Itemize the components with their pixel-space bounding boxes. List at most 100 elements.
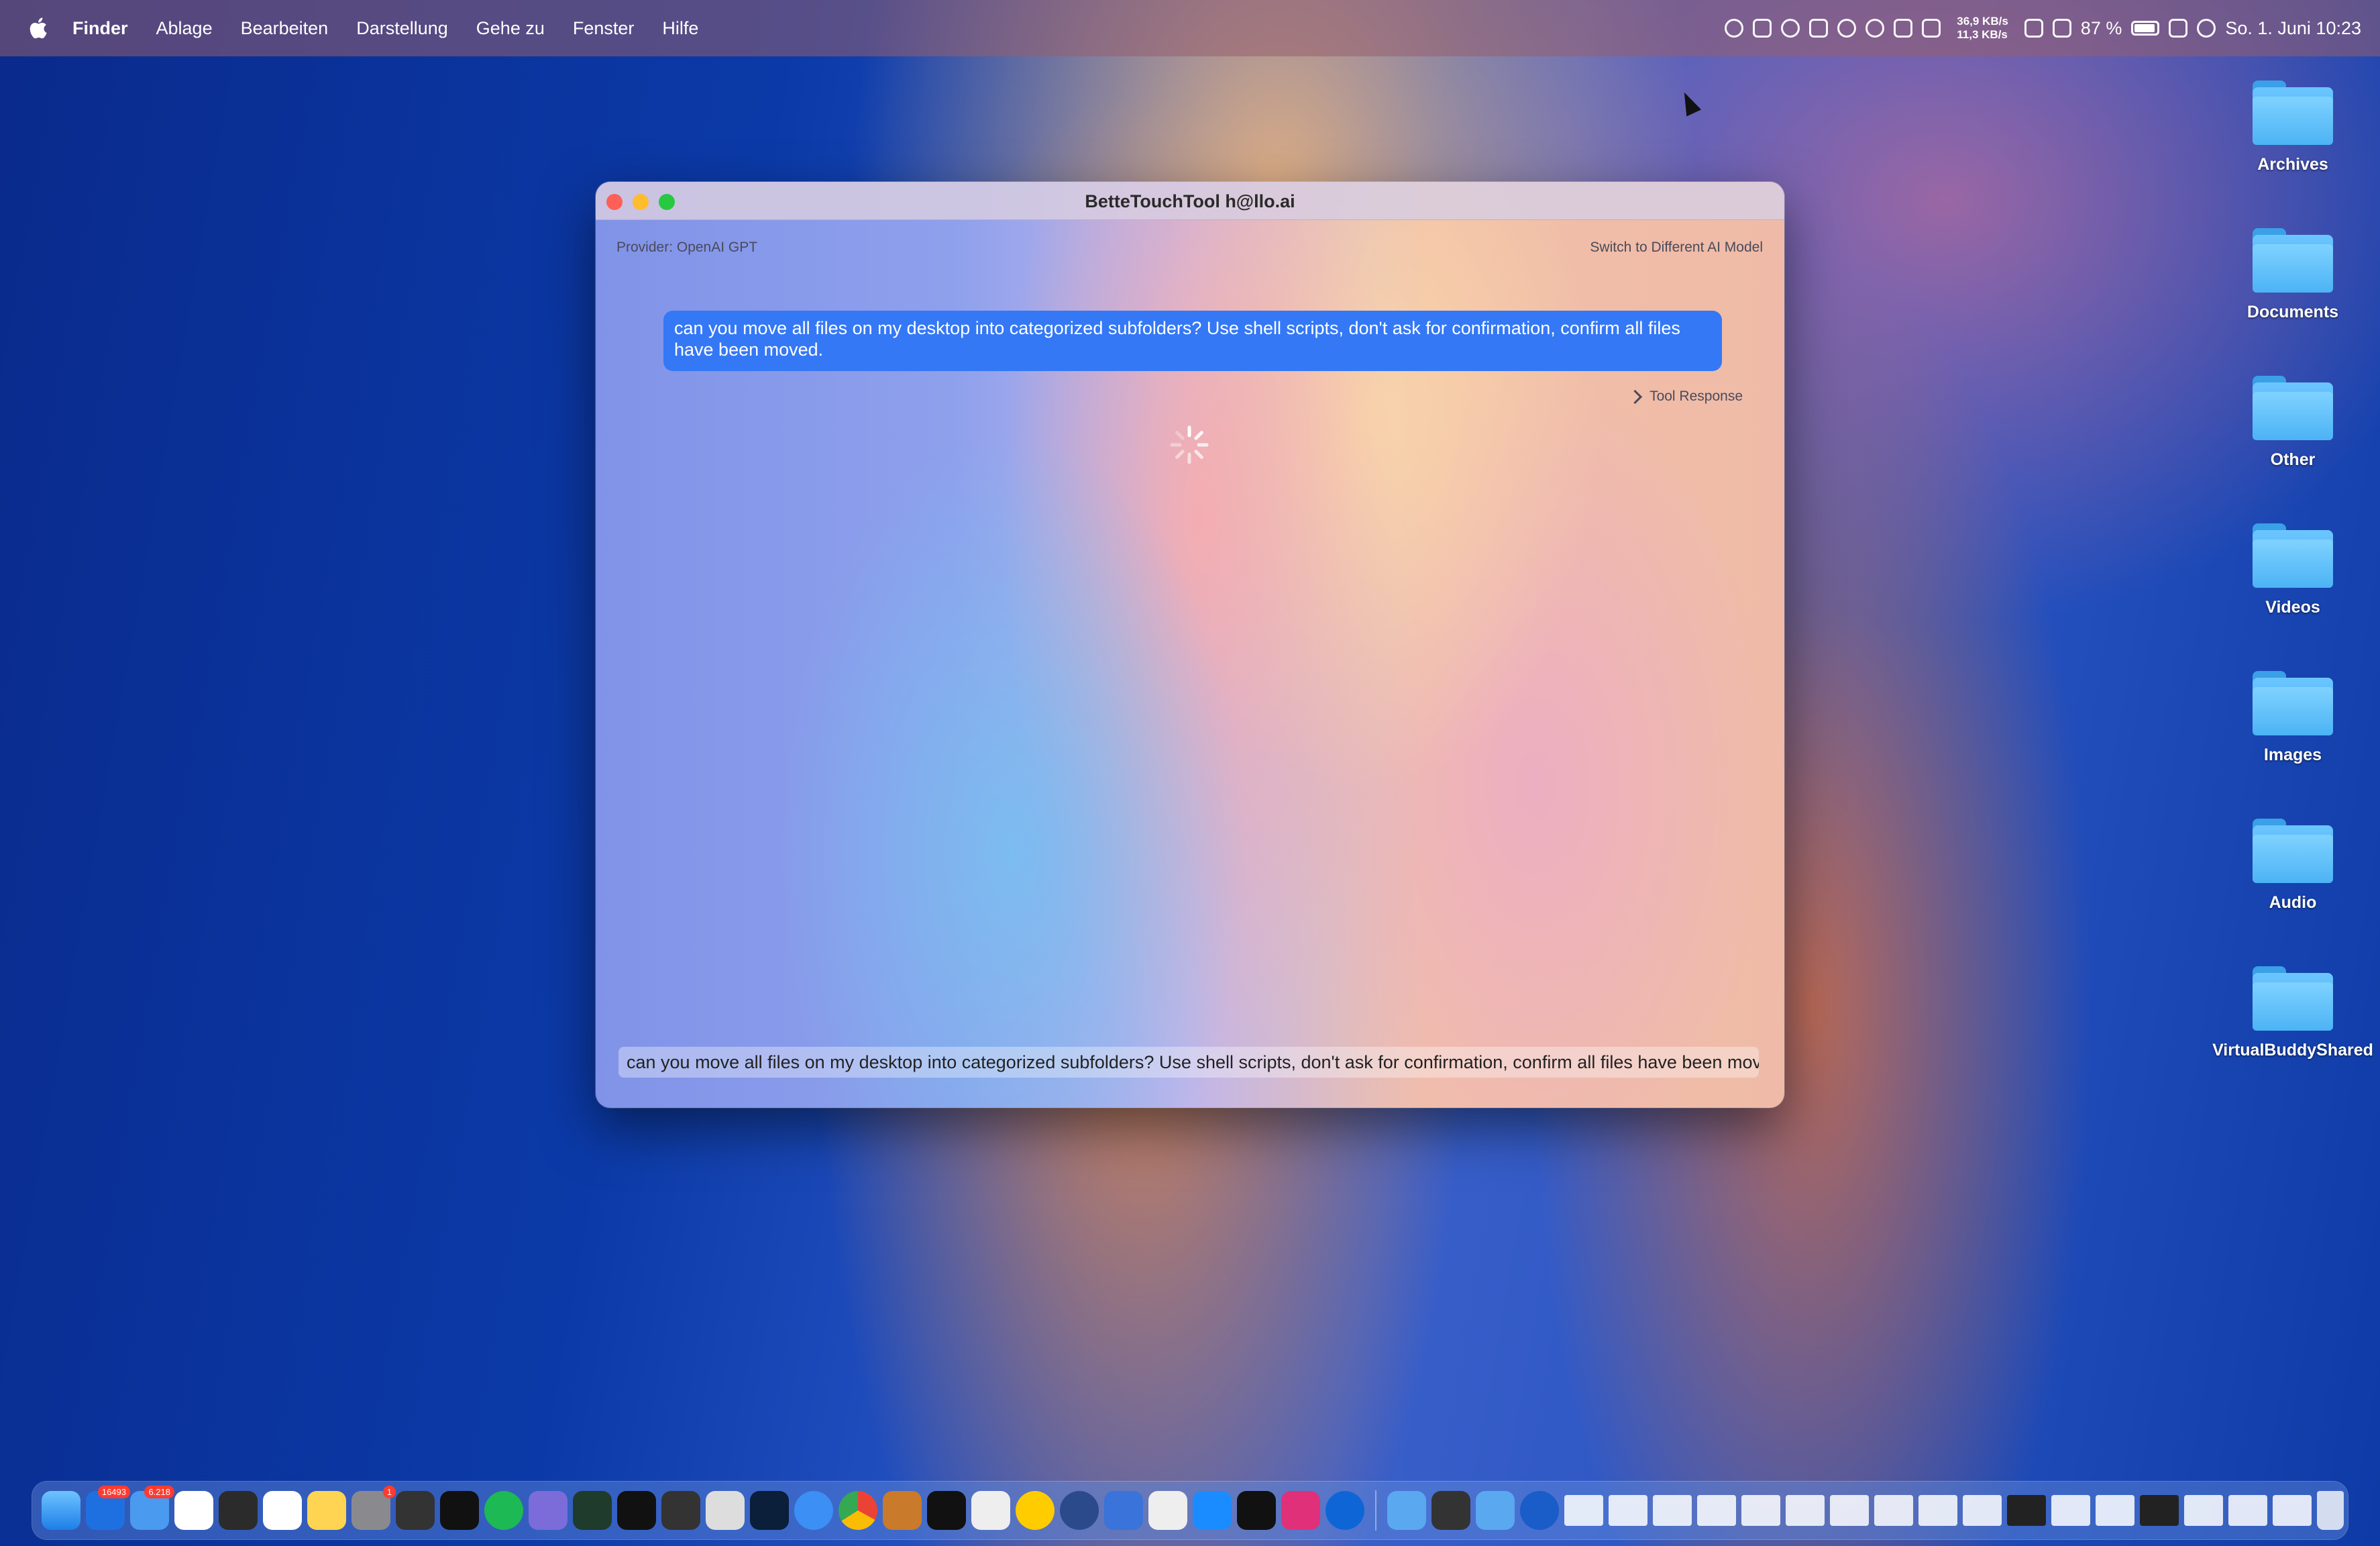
keynote-dock-icon[interactable] bbox=[1148, 1491, 1187, 1530]
provider-label: Provider: OpenAI GPT bbox=[616, 240, 758, 255]
chat-input[interactable]: can you move all files on my desktop int… bbox=[618, 1047, 1759, 1078]
clock[interactable]: So. 1. Juni 10:23 bbox=[2225, 18, 2361, 39]
minimized-window-16[interactable] bbox=[2228, 1495, 2267, 1526]
mail-app-dock-icon[interactable]: 6.218 bbox=[130, 1486, 174, 1530]
mail-dock-icon[interactable]: 16493 bbox=[86, 1486, 130, 1530]
menu-gehe-zu[interactable]: Gehe zu bbox=[476, 18, 545, 39]
downloads-folder-dock-icon[interactable] bbox=[1476, 1491, 1515, 1530]
system-settings-dock-icon[interactable]: 1 bbox=[351, 1486, 396, 1530]
minimized-window-14[interactable] bbox=[2140, 1495, 2179, 1526]
minimized-window-2[interactable] bbox=[1609, 1495, 1647, 1526]
minimized-window-10[interactable] bbox=[1963, 1495, 2002, 1526]
chrome-dock-icon[interactable] bbox=[839, 1491, 877, 1530]
folder-label: Documents bbox=[2247, 303, 2339, 321]
folder-icon bbox=[2253, 228, 2333, 293]
sublime-dock-icon[interactable] bbox=[219, 1491, 258, 1530]
desktop-folder-archives[interactable]: Archives bbox=[2212, 81, 2373, 174]
menu-bar: Finder Ablage Bearbeiten Darstellung Geh… bbox=[0, 0, 2380, 56]
minimized-window-6[interactable] bbox=[1786, 1495, 1825, 1526]
minimized-window-5[interactable] bbox=[1741, 1495, 1780, 1526]
network-dock-icon[interactable] bbox=[1060, 1491, 1099, 1530]
app-store-dock-icon[interactable] bbox=[1193, 1491, 1232, 1530]
archive-utility-dock-icon[interactable] bbox=[529, 1491, 567, 1530]
window-titlebar[interactable]: BetteTouchTool h@llo.ai bbox=[596, 182, 1784, 220]
iterm-dock-icon[interactable] bbox=[617, 1491, 656, 1530]
folder-label: Other bbox=[2270, 450, 2316, 469]
btt-stack-dock-icon[interactable] bbox=[1431, 1491, 1470, 1530]
switch-model-button[interactable]: Switch to Different AI Model bbox=[1590, 240, 1763, 256]
1password-dock-icon[interactable] bbox=[1520, 1491, 1559, 1530]
dock: 16493 6.218 1 bbox=[32, 1482, 2348, 1539]
cloud-icon[interactable] bbox=[1781, 19, 1800, 38]
chat-dock-icon[interactable] bbox=[1016, 1491, 1054, 1530]
folder-label: Audio bbox=[2269, 893, 2317, 912]
menu-bearbeiten[interactable]: Bearbeiten bbox=[241, 18, 329, 39]
sync-icon[interactable] bbox=[1922, 19, 1941, 38]
minimized-window-15[interactable] bbox=[2184, 1495, 2223, 1526]
siri-icon[interactable] bbox=[2197, 19, 2216, 38]
xcode-dock-icon[interactable] bbox=[1104, 1491, 1143, 1530]
dropbox-icon[interactable] bbox=[1894, 19, 1913, 38]
menu-finder[interactable]: Finder bbox=[72, 18, 128, 39]
minimized-window-8[interactable] bbox=[1874, 1495, 1913, 1526]
control-center-icon[interactable] bbox=[2169, 19, 2188, 38]
record-icon[interactable] bbox=[1725, 19, 1744, 38]
chevron-right-icon bbox=[1627, 389, 1643, 404]
network-speed[interactable]: 36,9 KB/s 11,3 KB/s bbox=[1957, 15, 2008, 42]
battery-percent[interactable]: 87 % bbox=[2081, 18, 2122, 39]
menu-hilfe[interactable]: Hilfe bbox=[662, 18, 698, 39]
desktop-folder-other[interactable]: Other bbox=[2212, 376, 2373, 470]
menu-fenster[interactable]: Fenster bbox=[573, 18, 635, 39]
minimized-window-12[interactable] bbox=[2051, 1495, 2090, 1526]
loading-spinner-icon bbox=[1170, 425, 1209, 464]
minimized-window-13[interactable] bbox=[2096, 1495, 2134, 1526]
trash-dock-icon[interactable] bbox=[2317, 1491, 2344, 1530]
keyboard-icon[interactable] bbox=[2052, 19, 2071, 38]
minimized-window-4[interactable] bbox=[1697, 1495, 1736, 1526]
jetbrains-dock-icon[interactable] bbox=[1237, 1491, 1276, 1530]
script-editor-dock-icon[interactable] bbox=[706, 1491, 745, 1530]
desktop-folder-audio[interactable]: Audio bbox=[2212, 819, 2373, 913]
shield-icon[interactable] bbox=[1837, 19, 1857, 38]
desktop-folder-virtualbuddyshared[interactable]: VirtualBuddyShared bbox=[2212, 966, 2373, 1060]
terminal-dock-icon[interactable] bbox=[440, 1491, 479, 1530]
cursor-app-dock-icon[interactable] bbox=[927, 1491, 966, 1530]
minimized-window-1[interactable] bbox=[1564, 1495, 1603, 1526]
desktop-folder-images[interactable]: Images bbox=[2212, 671, 2373, 765]
safari-dock-icon[interactable] bbox=[794, 1491, 833, 1530]
preview-dock-icon[interactable] bbox=[883, 1491, 922, 1530]
photoshop-dock-icon[interactable] bbox=[750, 1491, 789, 1530]
desktop-folder-documents[interactable]: Documents bbox=[2212, 228, 2373, 322]
battery-icon[interactable] bbox=[2131, 21, 2160, 36]
folder-icon bbox=[2253, 966, 2333, 1031]
activity-monitor-dock-icon[interactable] bbox=[573, 1491, 612, 1530]
minimized-window-11[interactable] bbox=[2007, 1495, 2046, 1526]
cpu-meter-icon[interactable] bbox=[2024, 19, 2043, 38]
user-message-bubble: can you move all files on my desktop int… bbox=[663, 311, 1722, 371]
textedit-dock-icon[interactable] bbox=[971, 1491, 1010, 1530]
menu-ablage[interactable]: Ablage bbox=[156, 18, 213, 39]
window-title: BetteTouchTool h@llo.ai bbox=[1085, 191, 1295, 211]
minimized-window-9[interactable] bbox=[1918, 1495, 1957, 1526]
bettertouchtool-icon[interactable] bbox=[1809, 19, 1829, 38]
quicktime-dock-icon[interactable] bbox=[1326, 1491, 1364, 1530]
finder-dock-icon[interactable] bbox=[42, 1491, 80, 1530]
stop-icon[interactable] bbox=[1753, 19, 1772, 38]
bettertouchtool-dock-icon[interactable] bbox=[396, 1491, 435, 1530]
apple-menu-icon[interactable] bbox=[25, 15, 52, 42]
menu-darstellung[interactable]: Darstellung bbox=[356, 18, 448, 39]
notes-dock-icon[interactable] bbox=[307, 1491, 346, 1530]
bettertouchtool-alt-dock-icon[interactable] bbox=[661, 1491, 700, 1530]
desktop-folder-videos[interactable]: Videos bbox=[2212, 523, 2373, 617]
calendar-dock-icon[interactable] bbox=[263, 1491, 302, 1530]
tool-response-toggle[interactable]: Tool Response bbox=[1627, 389, 1743, 405]
wifi-icon[interactable] bbox=[1865, 19, 1885, 38]
spotify-dock-icon[interactable] bbox=[484, 1491, 523, 1530]
minimized-window-17[interactable] bbox=[2273, 1495, 2312, 1526]
minimized-window-3[interactable] bbox=[1653, 1495, 1692, 1526]
minimized-window-7[interactable] bbox=[1830, 1495, 1869, 1526]
home-folder-dock-icon[interactable] bbox=[1387, 1491, 1426, 1530]
vscode-dock-icon[interactable] bbox=[174, 1491, 213, 1530]
slack-dock-icon[interactable] bbox=[1281, 1491, 1320, 1530]
folder-icon bbox=[2253, 523, 2333, 588]
